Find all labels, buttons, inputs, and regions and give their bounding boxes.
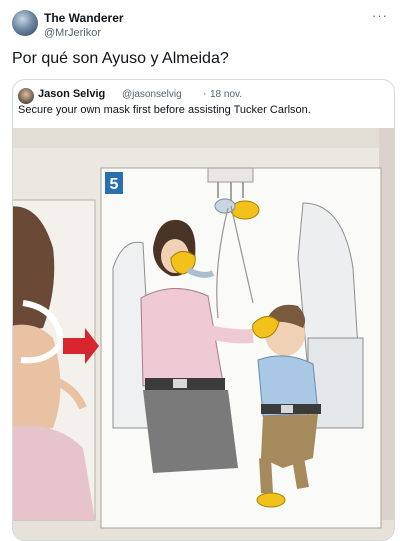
panel-number: 5: [110, 176, 119, 193]
quoted-author-avatar: [18, 88, 34, 104]
quoted-author-handle: @jasonselvig: [122, 89, 182, 100]
author-avatar[interactable]: [12, 10, 38, 36]
quoted-meta-separator: ·: [203, 88, 207, 100]
more-horizontal-icon[interactable]: ···: [372, 8, 388, 23]
main-panel-illustration: [100, 167, 382, 529]
quoted-tweet-date: 18 nov.: [210, 89, 243, 100]
author-handle[interactable]: @MrJerikor: [44, 27, 101, 39]
tweet-text: Por qué son Ayuso y Almeida?: [12, 50, 229, 67]
safety-card-illustration: 5: [13, 128, 394, 540]
left-panel-illustration: [13, 199, 99, 521]
tweet-header: The Wanderer @MrJerikor ···: [0, 0, 400, 44]
quoted-tweet-text: Secure your own mask first before assist…: [18, 104, 311, 116]
quoted-tweet-image[interactable]: 5: [13, 128, 394, 540]
quoted-tweet-card[interactable]: Jason Selvig @jasonselvig · 18 nov. Secu…: [12, 79, 395, 541]
author-display-name[interactable]: The Wanderer: [44, 11, 124, 25]
quoted-author-display-name: Jason Selvig: [38, 88, 106, 100]
